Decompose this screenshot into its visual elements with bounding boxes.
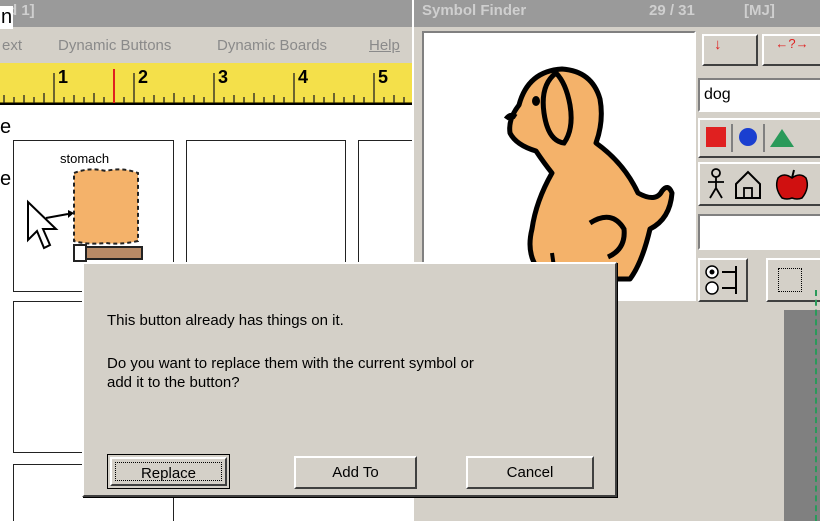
category-icons bbox=[708, 168, 809, 200]
dialog-message-1: This button already has things on it. bbox=[107, 312, 344, 329]
symbol-finder-title: Symbol Finder bbox=[422, 2, 527, 19]
main-menubar: ext Dynamic Buttons Dynamic Boards Help bbox=[0, 27, 412, 63]
dashed-boundary bbox=[815, 290, 817, 521]
down-arrow-icon: ↓ bbox=[714, 36, 722, 53]
dotted-box-icon bbox=[778, 268, 802, 292]
cancel-button[interactable]: Cancel bbox=[466, 456, 594, 489]
shape-categories-button[interactable] bbox=[698, 118, 820, 158]
search-input-value: dog bbox=[704, 86, 731, 103]
category-icons-button[interactable] bbox=[698, 162, 820, 206]
menu-help[interactable]: Help bbox=[369, 37, 400, 54]
replace-button[interactable]: Replace bbox=[107, 454, 230, 489]
menu-dynamic-boards[interactable]: Dynamic Boards bbox=[217, 37, 327, 54]
add-to-button-label: Add To bbox=[332, 464, 379, 481]
replace-button-focus: Replace bbox=[110, 457, 227, 486]
menu-dynamic-buttons[interactable]: Dynamic Buttons bbox=[58, 37, 171, 54]
mouse-cursor-icon bbox=[27, 199, 74, 250]
ruler-label-2: 2 bbox=[138, 67, 149, 87]
symbol-counter: 29 / 31 bbox=[649, 2, 695, 19]
search-input[interactable]: dog bbox=[698, 78, 820, 112]
shapes-icon bbox=[706, 124, 794, 152]
selection-box-button[interactable] bbox=[766, 258, 820, 302]
symbol-finder-titlebar[interactable]: Symbol Finder 29 / 31 [MJ] bbox=[414, 0, 820, 27]
ruler-label-3: 3 bbox=[218, 67, 229, 87]
ruler-label-5: 5 bbox=[378, 67, 389, 87]
symbol-finder-extra: [MJ] bbox=[744, 2, 775, 19]
left-fragment-2: e bbox=[0, 116, 12, 138]
left-fragment-3: e bbox=[0, 168, 12, 190]
ruler[interactable]: 1 2 3 4 5 bbox=[0, 63, 412, 103]
symbol-preview[interactable] bbox=[422, 31, 696, 301]
left-right-arrow-icon: ←?→ bbox=[775, 36, 809, 51]
dog-symbol-icon bbox=[503, 66, 675, 286]
main-window-titlebar[interactable]: d 1] bbox=[0, 0, 412, 27]
add-to-button[interactable]: Add To bbox=[294, 456, 417, 489]
left-fragment-1: n bbox=[0, 6, 14, 29]
dialog-message-2: Do you want to replace them with the cur… bbox=[107, 355, 474, 372]
radio-options-button[interactable] bbox=[698, 258, 748, 302]
cancel-button-label: Cancel bbox=[506, 464, 554, 481]
ruler-label-1: 1 bbox=[58, 67, 69, 87]
replace-button-label: Replace bbox=[140, 465, 197, 482]
screen: d 1] ext Dynamic Buttons Dynamic Boards … bbox=[0, 0, 820, 521]
replace-confirm-dialog: This button already has things on it. Do… bbox=[82, 262, 617, 497]
radio-list-icon bbox=[705, 265, 737, 295]
insert-both-button[interactable]: ←?→ bbox=[762, 34, 820, 66]
ruler-border bbox=[0, 103, 412, 105]
insert-down-button[interactable]: ↓ bbox=[702, 34, 758, 66]
symbol-text-field[interactable] bbox=[698, 214, 820, 250]
menu-text[interactable]: ext bbox=[2, 37, 22, 54]
dialog-message-3: add it to the button? bbox=[107, 374, 240, 391]
ruler-label-4: 4 bbox=[298, 67, 309, 87]
